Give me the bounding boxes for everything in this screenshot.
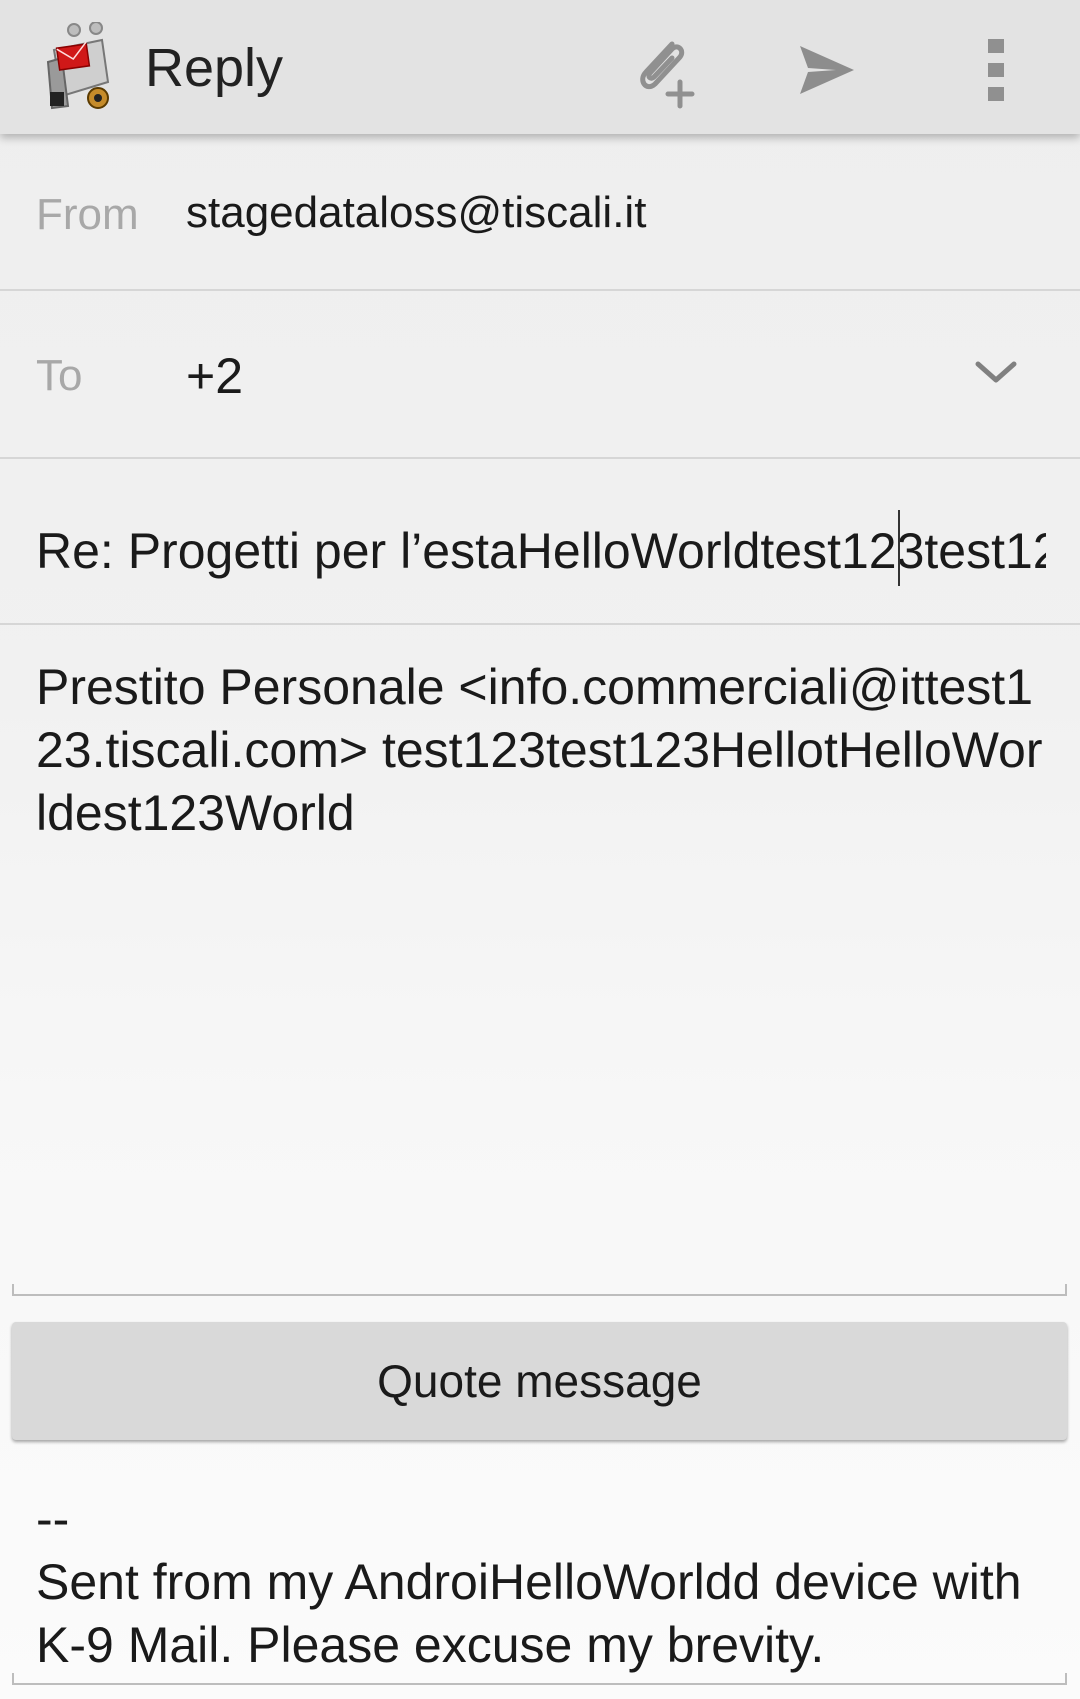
action-bar: Reply <box>0 0 1080 134</box>
signature-field-underline <box>12 1673 1067 1685</box>
subject-field[interactable]: Re: Progetti per l’estaHelloWorldtest123… <box>36 519 1046 583</box>
message-body-field[interactable]: Prestito Personale <info.commerciali@itt… <box>36 656 1046 845</box>
from-label: From <box>36 190 139 239</box>
divider <box>0 623 1080 625</box>
signature-field[interactable]: -- Sent from my AndroiHelloWorldd device… <box>36 1488 1056 1677</box>
quote-message-button[interactable]: Quote message <box>12 1322 1067 1440</box>
overflow-menu-icon <box>988 39 1004 101</box>
to-recipients-field[interactable]: +2 <box>186 347 243 405</box>
overflow-menu-button[interactable] <box>948 22 1044 118</box>
page-title: Reply <box>145 38 284 98</box>
from-account-selector[interactable]: stagedataloss@tiscali.it <box>186 188 646 238</box>
to-label: To <box>36 351 83 400</box>
to-row[interactable]: To +2 <box>0 291 1080 457</box>
attach-file-icon <box>640 41 695 109</box>
attach-file-button[interactable] <box>614 22 710 118</box>
body-field-underline <box>12 1284 1067 1296</box>
k9-mail-robot-icon[interactable] <box>44 21 124 112</box>
subject-row: Re: Progetti per l’estaHelloWorldtest123… <box>0 459 1080 623</box>
send-icon <box>800 46 854 94</box>
send-button[interactable] <box>778 22 874 118</box>
expand-recipients-button[interactable] <box>968 346 1024 402</box>
chevron-down-icon <box>975 361 1017 383</box>
from-row[interactable]: From stagedataloss@tiscali.it <box>0 134 1080 289</box>
text-cursor <box>898 510 900 586</box>
